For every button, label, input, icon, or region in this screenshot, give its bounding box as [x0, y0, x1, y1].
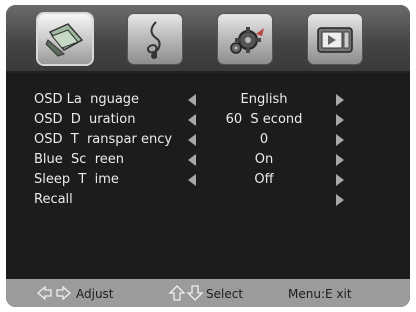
- left-arrow-icon[interactable]: [188, 94, 196, 106]
- tv-icon: [317, 27, 353, 53]
- right-arrow-icon[interactable]: [336, 194, 344, 206]
- left-arrow-icon[interactable]: [188, 174, 196, 186]
- menu-row-osd-transparency[interactable]: OSD T ranspar ency 0: [6, 130, 410, 150]
- menu-row-sleep-time[interactable]: Sleep T ime Off: [6, 170, 410, 190]
- settings-panel: OSD La nguage English OSD D uration 60 S…: [6, 73, 410, 279]
- menu-row-recall[interactable]: Recall: [6, 190, 410, 210]
- menu-value: 60 S econd: [225, 112, 303, 127]
- right-arrow-icon[interactable]: [336, 174, 344, 186]
- left-arrow-icon[interactable]: [188, 134, 196, 146]
- picture-icon: [45, 23, 84, 57]
- menu-label: OSD D uration: [34, 112, 136, 127]
- right-arrow-icon[interactable]: [336, 154, 344, 166]
- left-right-arrows-icon: [37, 285, 71, 301]
- select-hint: Select: [206, 287, 244, 301]
- menu-row-osd-language[interactable]: OSD La nguage English: [6, 90, 410, 110]
- tab-picture[interactable]: [38, 14, 92, 64]
- menu-exit-hint: Menu:E xit: [288, 287, 352, 301]
- menu-value: Off: [254, 172, 274, 187]
- menu-label: Recall: [34, 192, 73, 207]
- music-note-icon: [146, 21, 161, 59]
- gear-icon: [230, 27, 264, 54]
- menu-value: 0: [259, 132, 269, 147]
- menu-value: On: [254, 152, 274, 167]
- tab-audio[interactable]: [128, 14, 182, 64]
- menu-row-osd-duration[interactable]: OSD D uration 60 S econd: [6, 110, 410, 130]
- menu-label: Blue Sc reen: [34, 152, 124, 167]
- right-arrow-icon[interactable]: [336, 94, 344, 106]
- menu-label: OSD T ranspar ency: [34, 132, 173, 147]
- right-arrow-icon[interactable]: [336, 114, 344, 126]
- left-arrow-icon[interactable]: [188, 114, 196, 126]
- menu-label: OSD La nguage: [34, 92, 140, 107]
- tab-bar: [6, 5, 410, 73]
- adjust-hint: Adjust: [76, 287, 114, 301]
- up-down-arrows-icon: [168, 285, 204, 301]
- menu-value: English: [240, 92, 288, 107]
- tab-settings[interactable]: [218, 14, 272, 64]
- osd-menu: OSD La nguage English OSD D uration 60 S…: [6, 5, 410, 307]
- menu-row-blue-screen[interactable]: Blue Sc reen On: [6, 150, 410, 170]
- tab-tv[interactable]: [308, 14, 362, 64]
- right-arrow-icon[interactable]: [336, 134, 344, 146]
- footer-hints: Adjust Select Menu:E xit: [6, 279, 410, 307]
- left-arrow-icon[interactable]: [188, 154, 196, 166]
- menu-label: Sleep T ime: [34, 172, 119, 187]
